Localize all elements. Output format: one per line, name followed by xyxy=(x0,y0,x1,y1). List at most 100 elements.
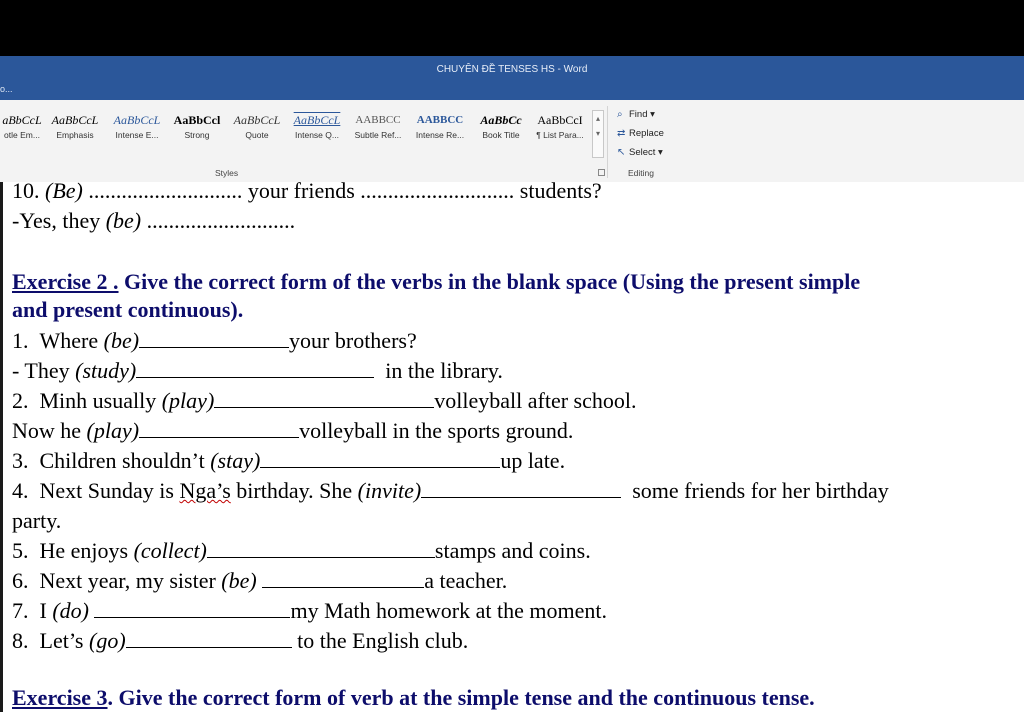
verb-hint: (be) xyxy=(221,568,257,593)
style-name: Quote xyxy=(245,130,269,140)
sentence-text: - They xyxy=(12,358,76,383)
sentence-text: some friends for her birthday xyxy=(632,478,889,503)
styles-gallery-more-button[interactable]: ▴ ▾ xyxy=(592,110,604,158)
verb-hint: (invite) xyxy=(357,478,422,503)
sentence-text: I xyxy=(39,598,53,623)
question-number: 10. xyxy=(12,178,45,203)
style-intense-quote[interactable]: AaBbCcL Intense Q... xyxy=(288,110,346,158)
styles-dialog-launcher-icon[interactable] xyxy=(598,169,605,176)
verb-hint: (be) xyxy=(103,328,140,353)
chevron-down-icon: ▾ xyxy=(595,129,600,138)
exercise-instruction: and present continuous). xyxy=(12,297,244,322)
style-sample: AaBbCcL xyxy=(51,113,99,127)
item-number: 6. xyxy=(12,568,29,593)
window-left-edge xyxy=(0,182,3,712)
style-name: Intense Q... xyxy=(295,130,339,140)
editing-group-label: Editing xyxy=(628,168,654,178)
sentence-text: your friends xyxy=(242,178,361,203)
verb-hint: (be) xyxy=(105,208,142,233)
sentence-text: students? xyxy=(514,178,602,203)
document-page[interactable]: 10. (Be) ............................ yo… xyxy=(0,178,1024,712)
style-quote[interactable]: AaBbCcL Quote xyxy=(228,110,286,158)
answer-blank: ............................ xyxy=(360,178,515,203)
style-sample: aBbCcL xyxy=(2,113,42,127)
item-number: 8. xyxy=(12,628,29,653)
style-name: Intense E... xyxy=(115,130,159,140)
sentence-text: -Yes, they xyxy=(12,208,106,233)
sentence-text: He enjoys xyxy=(39,538,134,563)
ribbon: aBbCcL otle Em... AaBbCcL Emphasis AaBbC… xyxy=(0,100,1024,183)
answer-blank xyxy=(214,389,435,408)
list-item: 1. Where (be) your brothers? xyxy=(12,328,417,354)
window-title: CHUYÊN ĐỀ TENSES HS - Word xyxy=(436,64,588,75)
sentence-text: volleyball after school. xyxy=(434,388,637,413)
style-intense-reference[interactable]: AABBCC Intense Re... xyxy=(410,110,470,158)
sentence-text: Next Sunday is xyxy=(39,478,180,503)
replace-label: Replace xyxy=(629,128,664,139)
style-sample: AaBbCcL xyxy=(113,113,161,127)
verb-hint: (go) xyxy=(89,628,126,653)
exercise-instruction: . Give the correct form of verb at the s… xyxy=(107,685,815,710)
sentence-text: a teacher. xyxy=(424,568,508,593)
answer-blank xyxy=(125,629,292,648)
exercise-number: Exercise 2 . xyxy=(12,269,119,294)
question-10-answer-line: -Yes, they (be) ........................… xyxy=(12,208,295,234)
ribbon-group-separator xyxy=(607,106,608,178)
sentence-text: Children shouldn’t xyxy=(39,448,211,473)
style-subtle-emphasis[interactable]: aBbCcL otle Em... xyxy=(0,110,44,158)
verb-hint: (play) xyxy=(86,418,140,443)
style-intense-emphasis[interactable]: AaBbCcL Intense E... xyxy=(108,110,166,158)
sentence-text: stamps and coins. xyxy=(434,538,591,563)
answer-blank xyxy=(206,539,435,558)
style-list-paragraph[interactable]: AaBbCcI ¶ List Para... xyxy=(530,110,590,158)
replace-button[interactable]: ⇄ Replace xyxy=(617,128,664,139)
chevron-down-icon: ▾ xyxy=(658,147,663,158)
screen-top-black-bar xyxy=(0,0,1024,56)
spelling-error-word[interactable]: Nga’s xyxy=(179,478,230,503)
question-10-line: 10. (Be) ............................ yo… xyxy=(12,178,602,204)
find-button[interactable]: ⌕ Find ▾ xyxy=(617,109,655,120)
style-name: otle Em... xyxy=(4,130,40,140)
chevron-down-icon: ▾ xyxy=(650,109,655,120)
verb-hint: (Be) xyxy=(45,178,83,203)
answer-blank xyxy=(139,419,300,438)
verb-hint: (play) xyxy=(161,388,215,413)
style-sample: AaBbCcL xyxy=(293,113,341,127)
style-sample: AaBbCcL xyxy=(233,113,281,127)
sentence-text: party. xyxy=(12,508,62,533)
answer-blank xyxy=(262,569,425,588)
sentence-text: volleyball in the sports ground. xyxy=(299,418,574,443)
item-number: 3. xyxy=(12,448,29,473)
sentence-text: birthday. She xyxy=(230,478,358,503)
style-name: ¶ List Para... xyxy=(536,130,584,140)
search-icon: ⌕ xyxy=(617,109,623,120)
sentence-text: Let’s xyxy=(39,628,89,653)
item-number: 1. xyxy=(12,328,29,353)
quick-access-toolbar[interactable]: o... xyxy=(0,84,13,94)
sentence-text: in the library. xyxy=(385,358,503,383)
style-sample: AABBCC xyxy=(416,114,464,126)
sentence-text: to the English club. xyxy=(291,628,469,653)
answer-blank xyxy=(136,359,375,378)
cursor-icon: ↖ xyxy=(617,147,626,158)
style-name: Subtle Ref... xyxy=(354,130,402,140)
exercise-2-heading-cont: and present continuous). xyxy=(12,296,243,323)
style-emphasis[interactable]: AaBbCcL Emphasis xyxy=(46,110,104,158)
list-item: - They (study) in the library. xyxy=(12,358,503,384)
verb-hint: (do) xyxy=(52,598,89,623)
list-item: 4. Next Sunday is Nga’s birthday. She (i… xyxy=(12,478,889,504)
style-sample: AaBbCc xyxy=(480,113,522,127)
style-book-title[interactable]: AaBbCc Book Title xyxy=(472,110,530,158)
style-name: Book Title xyxy=(482,130,520,140)
item-number: 5. xyxy=(12,538,29,563)
exercise-2-heading: Exercise 2 . Give the correct form of th… xyxy=(12,268,860,295)
answer-blank xyxy=(94,599,291,618)
style-sample: AaBbCcl xyxy=(173,113,221,127)
style-subtle-reference[interactable]: AABBCC Subtle Ref... xyxy=(348,110,408,158)
select-button[interactable]: ↖ Select ▾ xyxy=(617,147,663,158)
style-name: Emphasis xyxy=(56,130,94,140)
sentence-text: Next year, my sister xyxy=(39,568,222,593)
answer-blank xyxy=(421,479,622,498)
sentence-text: Minh usually xyxy=(39,388,162,413)
style-strong[interactable]: AaBbCcl Strong xyxy=(168,110,226,158)
